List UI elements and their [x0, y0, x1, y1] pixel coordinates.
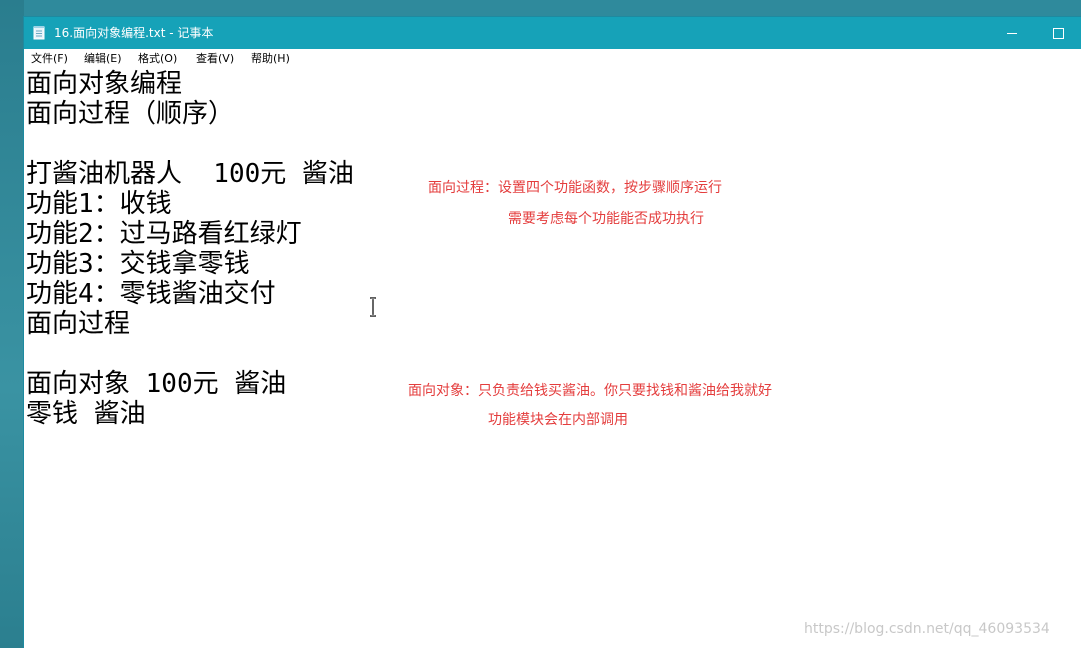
- document-line: 打酱油机器人 100元 酱油: [26, 159, 354, 189]
- menu-format[interactable]: 格式(O): [138, 52, 177, 66]
- document-line: 面向过程: [26, 309, 131, 339]
- document-line: 零钱 酱油: [26, 399, 146, 429]
- document-line: 面向对象 100元 酱油: [26, 369, 287, 399]
- procedural-note-detail: 需要考虑每个功能能否成功执行: [508, 211, 704, 227]
- notepad-window: 16.面向对象编程.txt - 记事本 文件(F) 编辑(E) 格式(O) 查看…: [24, 17, 1081, 648]
- document-line: 功能2：过马路看红绿灯: [26, 219, 302, 249]
- menu-help[interactable]: 帮助(H): [251, 52, 290, 66]
- text-editor[interactable]: 面向对象编程 面向过程（顺序） 打酱油机器人 100元 酱油 功能1：收钱 功能…: [24, 69, 1081, 648]
- document-line: 功能3：交钱拿零钱: [26, 249, 250, 279]
- menu-edit[interactable]: 编辑(E): [84, 52, 122, 66]
- notepad-icon: [33, 26, 45, 40]
- maximize-icon: [1052, 27, 1064, 39]
- minimize-button[interactable]: [989, 17, 1035, 49]
- window-title: 16.面向对象编程.txt - 记事本: [54, 26, 214, 40]
- desktop-background: [0, 0, 24, 648]
- title-bar[interactable]: 16.面向对象编程.txt - 记事本: [24, 17, 1081, 49]
- text-cursor-icon: [370, 297, 376, 317]
- procedural-note: 面向过程：设置四个功能函数，按步骤顺序运行: [428, 180, 722, 196]
- oop-note-detail: 功能模块会在内部调用: [488, 412, 628, 428]
- watermark: https://blog.csdn.net/qq_46093534: [804, 621, 1050, 637]
- document-line: 功能1：收钱: [26, 189, 172, 219]
- menu-file[interactable]: 文件(F): [31, 52, 68, 66]
- document-line: 面向对象编程: [26, 69, 183, 99]
- minimize-icon: [1007, 32, 1017, 34]
- document-line: 面向过程（顺序）: [26, 99, 235, 129]
- maximize-button[interactable]: [1035, 17, 1081, 49]
- menu-view[interactable]: 查看(V): [196, 52, 234, 66]
- oop-note: 面向对象：只负责给钱买酱油。你只要找钱和酱油给我就好: [408, 383, 772, 399]
- menu-bar: 文件(F) 编辑(E) 格式(O) 查看(V) 帮助(H): [24, 49, 1081, 69]
- document-line: 功能4：零钱酱油交付: [26, 279, 276, 309]
